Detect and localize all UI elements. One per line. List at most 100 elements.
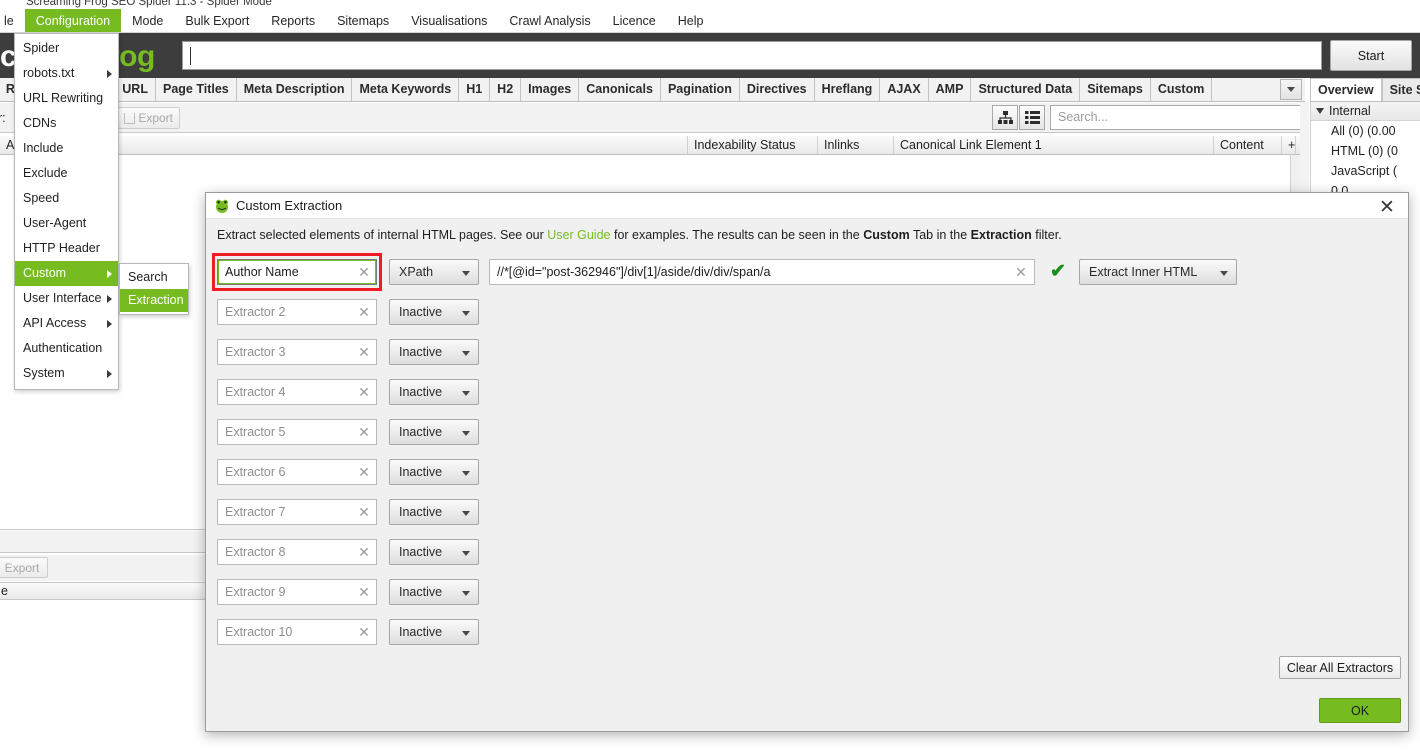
custom-submenu-item-extraction[interactable]: Extraction <box>120 289 188 312</box>
sidebar-row[interactable]: JavaScript ( <box>1311 161 1420 181</box>
extractor-type-select-6[interactable]: Inactive <box>389 459 479 485</box>
extractor-name-input-6[interactable]: Extractor 6✕ <box>217 459 377 485</box>
right-tab-site-s[interactable]: Site S <box>1382 78 1420 101</box>
extractor-type-select-5[interactable]: Inactive <box>389 419 479 445</box>
tab-amp[interactable]: AMP <box>929 78 972 101</box>
menu-item-le[interactable]: le <box>0 9 25 32</box>
extractor-type-select-10[interactable]: Inactive <box>389 619 479 645</box>
close-icon[interactable]: ✕ <box>1376 196 1398 218</box>
user-guide-link[interactable]: User Guide <box>547 228 610 242</box>
config-menu-item-user-agent[interactable]: User-Agent <box>15 211 118 236</box>
config-menu-item-exclude[interactable]: Exclude <box>15 161 118 186</box>
config-menu-item-speed[interactable]: Speed <box>15 186 118 211</box>
config-menu-item-cdns[interactable]: CDNs <box>15 111 118 136</box>
tab-page-titles[interactable]: Page Titles <box>156 78 237 101</box>
tab-hreflang[interactable]: Hreflang <box>815 78 881 101</box>
extractor-type-select-8[interactable]: Inactive <box>389 539 479 565</box>
tab-structured-data[interactable]: Structured Data <box>971 78 1080 101</box>
config-menu-item-robots-txt[interactable]: robots.txt <box>15 61 118 86</box>
custom-submenu-item-search[interactable]: Search <box>120 266 188 289</box>
extractor-name-input-2[interactable]: Extractor 2✕ <box>217 299 377 325</box>
extractor-name-input-3[interactable]: Extractor 3✕ <box>217 339 377 365</box>
menu-item-licence[interactable]: Licence <box>602 9 667 32</box>
tab-images[interactable]: Images <box>521 78 579 101</box>
config-menu-item-http-header[interactable]: HTTP Header <box>15 236 118 261</box>
extractor-type-select-3[interactable]: Inactive <box>389 339 479 365</box>
sidebar-row[interactable]: All (0) (0.00 <box>1311 121 1420 141</box>
column-header--[interactable]: + <box>1282 136 1296 154</box>
extractor-type-select-4[interactable]: Inactive <box>389 379 479 405</box>
extractor-name-input-10[interactable]: Extractor 10✕ <box>217 619 377 645</box>
extractor-name-input-9[interactable]: Extractor 9✕ <box>217 579 377 605</box>
extractor-name-input-8[interactable]: Extractor 8 ✕ <box>217 539 377 565</box>
menu-item-help[interactable]: Help <box>667 9 715 32</box>
column-header-blank-1[interactable] <box>88 136 688 154</box>
list-view-button[interactable] <box>1019 105 1045 130</box>
config-menu-item-api-access[interactable]: API Access <box>15 311 118 336</box>
column-header-inlinks[interactable]: Inlinks <box>818 136 894 154</box>
export-button[interactable]: Export <box>118 107 180 129</box>
config-menu-item-url-rewriting[interactable]: URL Rewriting <box>15 86 118 111</box>
extractor-type-select-9[interactable]: Inactive <box>389 579 479 605</box>
menu-item-mode[interactable]: Mode <box>121 9 174 32</box>
column-header-content[interactable]: Content <box>1214 136 1282 154</box>
tab-h1[interactable]: H1 <box>459 78 490 101</box>
ok-button[interactable]: OK <box>1319 698 1401 723</box>
clear-name-icon[interactable]: ✕ <box>357 544 371 560</box>
clear-name-icon[interactable]: ✕ <box>357 264 371 280</box>
extractor-type-select-7[interactable]: Inactive <box>389 499 479 525</box>
extractor-type-select-1[interactable]: XPath <box>389 259 479 285</box>
clear-name-icon[interactable]: ✕ <box>357 304 371 320</box>
tree-view-button[interactable] <box>992 105 1018 130</box>
clear-name-icon[interactable]: ✕ <box>357 504 371 520</box>
right-tab-overview[interactable]: Overview <box>1310 78 1382 101</box>
extractor-name-text: Extractor 8 <box>225 545 285 559</box>
tab-custom[interactable]: Custom <box>1151 78 1213 101</box>
extractor-name-input-1[interactable]: Author Name✕ <box>217 259 377 285</box>
clear-expression-icon[interactable]: ✕ <box>1014 264 1028 280</box>
tab-url[interactable]: URL <box>115 78 156 101</box>
url-input[interactable] <box>182 41 1322 70</box>
menu-item-configuration[interactable]: Configuration <box>25 9 121 32</box>
menu-item-visualisations[interactable]: Visualisations <box>400 9 498 32</box>
tab-directives[interactable]: Directives <box>740 78 815 101</box>
config-menu-item-system[interactable]: System <box>15 361 118 386</box>
extractor-name-input-7[interactable]: Extractor 7✕ <box>217 499 377 525</box>
tab-meta-keywords[interactable]: Meta Keywords <box>352 78 459 101</box>
config-menu-item-user-interface[interactable]: User Interface <box>15 286 118 311</box>
tab-sitemaps[interactable]: Sitemaps <box>1080 78 1151 101</box>
clear-name-icon[interactable]: ✕ <box>357 344 371 360</box>
sidebar-group-internal[interactable]: Internal <box>1311 102 1420 121</box>
sidebar-row[interactable]: HTML (0) (0 <box>1311 141 1420 161</box>
clear-name-icon[interactable]: ✕ <box>357 464 371 480</box>
tab-canonicals[interactable]: Canonicals <box>579 78 661 101</box>
clear-name-icon[interactable]: ✕ <box>357 584 371 600</box>
tab-meta-description[interactable]: Meta Description <box>237 78 353 101</box>
search-input[interactable]: Search... <box>1050 105 1302 130</box>
clear-name-icon[interactable]: ✕ <box>357 384 371 400</box>
column-header-canonical-link-element-1[interactable]: Canonical Link Element 1 <box>894 136 1214 154</box>
lower-export-button[interactable]: Export <box>0 557 48 578</box>
clear-all-extractors-button[interactable]: Clear All Extractors <box>1279 656 1401 679</box>
tab-ajax[interactable]: AJAX <box>880 78 928 101</box>
extractor-name-input-4[interactable]: Extractor 4✕ <box>217 379 377 405</box>
config-menu-item-spider[interactable]: Spider <box>15 36 118 61</box>
tab-pagination[interactable]: Pagination <box>661 78 740 101</box>
start-button[interactable]: Start <box>1330 40 1412 71</box>
clear-name-icon[interactable]: ✕ <box>357 424 371 440</box>
menu-item-sitemaps[interactable]: Sitemaps <box>326 9 400 32</box>
config-menu-item-authentication[interactable]: Authentication <box>15 336 118 361</box>
config-menu-item-custom[interactable]: Custom <box>15 261 118 286</box>
extractor-type-select-2[interactable]: Inactive <box>389 299 479 325</box>
menu-item-bulk-export[interactable]: Bulk Export <box>174 9 260 32</box>
extractor-expression-input-1[interactable]: //*[@id="post-362946"]/div[1]/aside/div/… <box>489 259 1035 285</box>
tab-h2[interactable]: H2 <box>490 78 521 101</box>
column-header-indexability-status[interactable]: Indexability Status <box>688 136 818 154</box>
tab-overflow-button[interactable] <box>1280 79 1302 100</box>
config-menu-item-include[interactable]: Include <box>15 136 118 161</box>
extractor-name-input-5[interactable]: Extractor 5✕ <box>217 419 377 445</box>
clear-name-icon[interactable]: ✕ <box>357 624 371 640</box>
menu-item-reports[interactable]: Reports <box>260 9 326 32</box>
extractor-output-select-1[interactable]: Extract Inner HTML <box>1079 259 1237 285</box>
menu-item-crawl-analysis[interactable]: Crawl Analysis <box>498 9 601 32</box>
